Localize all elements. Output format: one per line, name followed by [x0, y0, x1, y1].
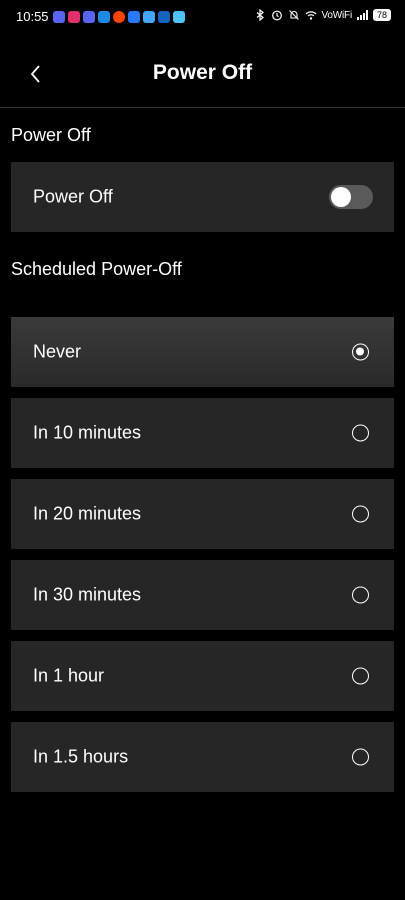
option-never[interactable]: Never	[11, 317, 394, 387]
system-status-icons: VoWiFi 78	[254, 9, 391, 21]
signal-icon	[356, 10, 368, 20]
settings-app-icon	[173, 11, 185, 23]
radio-dot	[356, 347, 364, 356]
mute-bell-icon	[288, 10, 299, 20]
notification-icons	[53, 11, 185, 23]
power-off-toggle-row[interactable]: Power Off	[11, 162, 394, 232]
option-label: In 1.5 hours	[33, 746, 129, 767]
option-label: In 10 minutes	[33, 422, 142, 443]
paypal-icon	[158, 11, 170, 23]
power-off-toggle[interactable]	[329, 185, 373, 209]
option-label: In 20 minutes	[33, 503, 142, 524]
header-divider	[0, 107, 405, 108]
reddit-icon	[113, 11, 125, 23]
battery-icon: 78	[372, 9, 391, 21]
youtube-icon	[98, 11, 110, 23]
discord-icon-2	[83, 11, 95, 23]
page-title: Power Off	[152, 61, 253, 84]
option-1-5-hours[interactable]: In 1.5 hours	[11, 722, 394, 792]
scheduled-section-title: Scheduled Power-Off	[11, 259, 182, 279]
wifi-icon	[305, 11, 316, 20]
radio-selected-icon[interactable]	[352, 343, 369, 361]
option-10-minutes[interactable]: In 10 minutes	[11, 398, 394, 468]
status-bar: 10:55 VoWiFi 78	[0, 0, 405, 36]
option-1-hour[interactable]: In 1 hour	[11, 641, 394, 711]
alarm-icon	[271, 10, 282, 21]
radio-unselected-icon[interactable]	[352, 586, 369, 604]
bluetooth-icon	[256, 9, 264, 21]
radio-unselected-icon[interactable]	[352, 667, 369, 685]
radio-unselected-icon[interactable]	[352, 748, 369, 766]
option-label: In 30 minutes	[33, 584, 142, 605]
app-header: Power Off	[0, 44, 405, 104]
power-off-section-title: Power Off	[11, 125, 91, 145]
option-30-minutes[interactable]: In 30 minutes	[11, 560, 394, 630]
vowifi-label: VoWiFi	[321, 9, 353, 21]
radio-unselected-icon[interactable]	[352, 424, 369, 442]
option-20-minutes[interactable]: In 20 minutes	[11, 479, 394, 549]
chat-app-icon	[128, 11, 140, 23]
option-label: Never	[33, 341, 82, 362]
option-label: In 1 hour	[33, 665, 105, 686]
toggle-knob	[331, 187, 351, 207]
mail-icon	[143, 11, 155, 23]
discord-icon	[53, 11, 65, 23]
radio-unselected-icon[interactable]	[352, 505, 369, 523]
heart-app-icon	[68, 11, 80, 23]
status-time: 10:55	[16, 9, 49, 24]
power-off-toggle-label: Power Off	[33, 186, 113, 207]
